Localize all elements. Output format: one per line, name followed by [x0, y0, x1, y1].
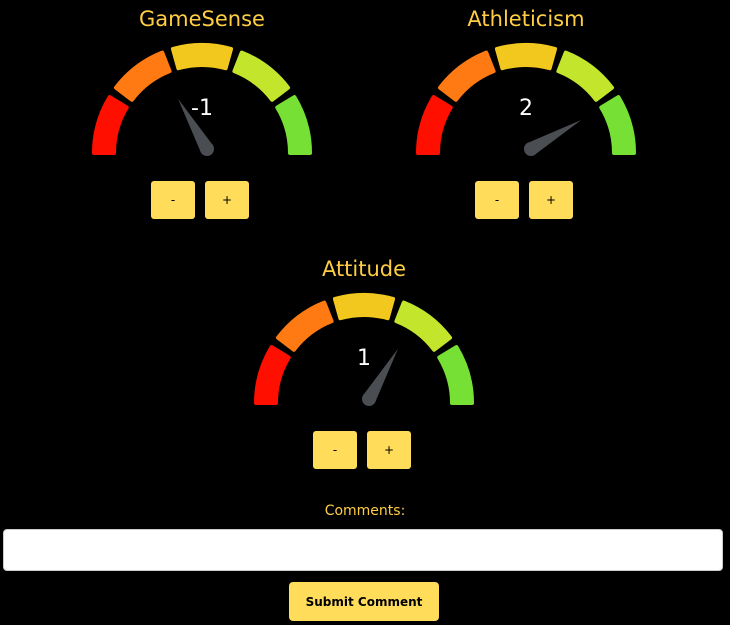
gauge-segment — [437, 50, 496, 102]
increase-attitude-button[interactable]: + — [367, 431, 411, 469]
gauge-dial: 1 — [254, 293, 474, 406]
gauge-segment — [599, 95, 636, 155]
gauge-value: 1 — [357, 346, 371, 371]
gauge-dial: -1 — [92, 43, 312, 156]
gauge-needle-hub — [200, 142, 214, 156]
comments-label: Comments: — [324, 503, 406, 519]
gauge-segment — [275, 95, 312, 155]
gauge-segment — [170, 43, 234, 71]
increase-gamesense-button[interactable]: + — [205, 181, 249, 219]
gauge-title: Attitude — [321, 257, 407, 281]
comment-input[interactable] — [3, 529, 723, 571]
gauge-segment — [494, 43, 558, 71]
increase-athleticism-button[interactable]: + — [529, 181, 573, 219]
gauge-segment — [437, 345, 474, 405]
gauge-segment — [394, 300, 453, 352]
gauge-segment — [113, 50, 172, 102]
decrease-attitude-button[interactable]: - — [313, 431, 357, 469]
gauge-segment — [275, 300, 334, 352]
gauge-needle-hub — [524, 142, 538, 156]
gauge-segment — [416, 95, 453, 155]
gauge-segment — [92, 95, 129, 155]
decrease-athleticism-button[interactable]: - — [475, 181, 519, 219]
gauge-segment — [556, 50, 615, 102]
gauge-segment — [232, 50, 291, 102]
gauge-value: 2 — [519, 96, 533, 121]
gauge-value: -1 — [191, 96, 213, 121]
rating-page: GameSense -1 - + Athleticism 2 - + Attit… — [0, 0, 730, 625]
gauge-title: Athleticism — [467, 7, 585, 31]
gauge-segment — [254, 345, 291, 405]
gauge-dial: 2 — [416, 43, 636, 156]
gauge-needle-hub — [362, 392, 376, 406]
gauge-title: GameSense — [139, 7, 265, 31]
decrease-gamesense-button[interactable]: - — [151, 181, 195, 219]
submit-comment-button[interactable]: Submit Comment — [289, 582, 439, 621]
gauge-segment — [332, 293, 396, 321]
